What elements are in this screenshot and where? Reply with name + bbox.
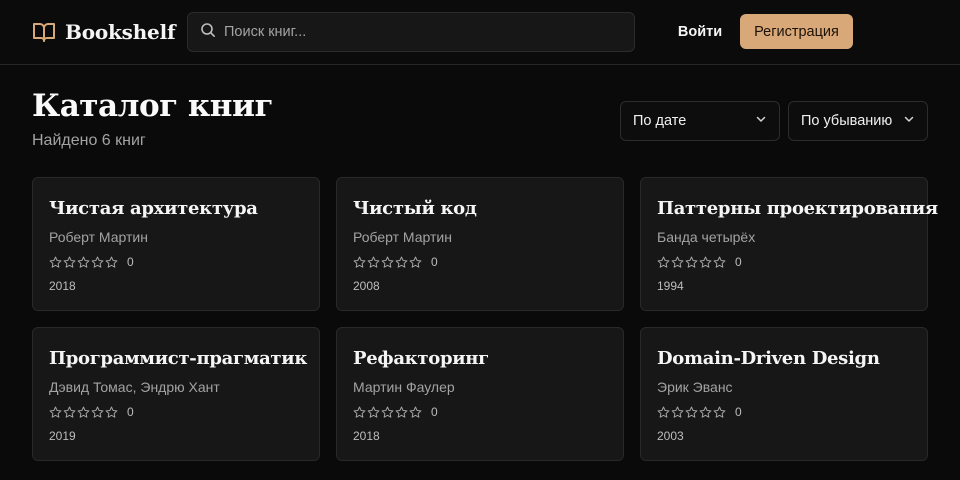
sort-order-value: По убыванию (801, 113, 893, 129)
star-icon (367, 256, 380, 268)
star-icon (685, 406, 698, 418)
search-bar[interactable] (187, 12, 635, 52)
star-icon (395, 406, 408, 418)
book-year: 1994 (657, 279, 684, 293)
star-icon (105, 406, 118, 418)
star-icon (409, 406, 422, 418)
page-title: Каталог книг (32, 88, 273, 124)
star-icon (409, 256, 422, 268)
star-rating (49, 256, 118, 268)
book-year: 2008 (353, 279, 380, 293)
star-icon (671, 406, 684, 418)
star-icon (713, 406, 726, 418)
star-icon (685, 256, 698, 268)
star-icon (713, 256, 726, 268)
logo-text: Bookshelf (65, 20, 176, 44)
star-icon (77, 256, 90, 268)
book-card[interactable]: Чистая архитектура Роберт Мартин 0 2018 (32, 177, 320, 311)
star-rating (657, 256, 726, 268)
rating-count: 0 (127, 405, 134, 419)
star-icon (49, 256, 62, 268)
book-title: Чистый код (353, 198, 477, 219)
star-icon (353, 406, 366, 418)
star-icon (49, 406, 62, 418)
open-book-icon (32, 21, 56, 43)
sort-field-select[interactable]: По дате (620, 101, 780, 141)
star-icon (381, 406, 394, 418)
star-icon (367, 406, 380, 418)
star-icon (395, 256, 408, 268)
register-button[interactable]: Регистрация (740, 14, 853, 49)
sort-order-select[interactable]: По убыванию (788, 101, 928, 141)
star-icon (91, 406, 104, 418)
book-rating: 0 (49, 255, 134, 269)
star-rating (353, 256, 422, 268)
top-nav-bar: Bookshelf Войти Регистрация (0, 0, 960, 65)
book-rating: 0 (657, 255, 742, 269)
book-title: Чистая архитектура (49, 198, 258, 219)
rating-count: 0 (735, 405, 742, 419)
rating-count: 0 (431, 255, 438, 269)
book-author: Мартин Фаулер (353, 379, 455, 395)
book-card[interactable]: Рефакторинг Мартин Фаулер 0 2018 (336, 327, 624, 461)
book-title: Рефакторинг (353, 348, 489, 369)
star-icon (77, 406, 90, 418)
results-count: Найдено 6 книг (32, 132, 146, 149)
chevron-down-icon (755, 113, 767, 129)
book-card[interactable]: Чистый код Роберт Мартин 0 2008 (336, 177, 624, 311)
sort-field-value: По дате (633, 113, 687, 129)
rating-count: 0 (127, 255, 134, 269)
book-card[interactable]: Программист-прагматик Дэвид Томас, Эндрю… (32, 327, 320, 461)
star-icon (63, 256, 76, 268)
book-rating: 0 (657, 405, 742, 419)
book-author: Роберт Мартин (353, 229, 452, 245)
book-year: 2018 (49, 279, 76, 293)
star-icon (353, 256, 366, 268)
star-icon (699, 406, 712, 418)
book-year: 2019 (49, 429, 76, 443)
book-title: Domain-Driven Design (657, 348, 880, 369)
book-title: Паттерны проектирования (657, 198, 938, 219)
star-icon (657, 406, 670, 418)
book-author: Роберт Мартин (49, 229, 148, 245)
book-card[interactable]: Паттерны проектирования Банда четырёх 0 … (640, 177, 938, 311)
book-author: Дэвид Томас, Эндрю Хант (49, 379, 220, 395)
star-rating (657, 406, 726, 418)
rating-count: 0 (431, 405, 438, 419)
login-button[interactable]: Войти (664, 14, 736, 49)
book-card[interactable]: Domain-Driven Design Эрик Эванс 0 2003 (640, 327, 928, 461)
rating-count: 0 (735, 255, 742, 269)
book-author: Банда четырёх (657, 229, 756, 245)
book-year: 2018 (353, 429, 380, 443)
star-icon (105, 256, 118, 268)
star-icon (63, 406, 76, 418)
star-icon (381, 256, 394, 268)
star-rating (353, 406, 422, 418)
star-icon (671, 256, 684, 268)
book-year: 2003 (657, 429, 684, 443)
book-rating: 0 (353, 405, 438, 419)
star-rating (49, 406, 118, 418)
chevron-down-icon (903, 113, 915, 129)
star-icon (657, 256, 670, 268)
book-title: Программист-прагматик (49, 348, 308, 369)
star-icon (91, 256, 104, 268)
book-rating: 0 (49, 405, 134, 419)
logo[interactable]: Bookshelf (32, 19, 176, 45)
search-input[interactable] (224, 24, 634, 40)
book-author: Эрик Эванс (657, 379, 733, 395)
star-icon (699, 256, 712, 268)
search-icon (200, 22, 216, 43)
book-rating: 0 (353, 255, 438, 269)
